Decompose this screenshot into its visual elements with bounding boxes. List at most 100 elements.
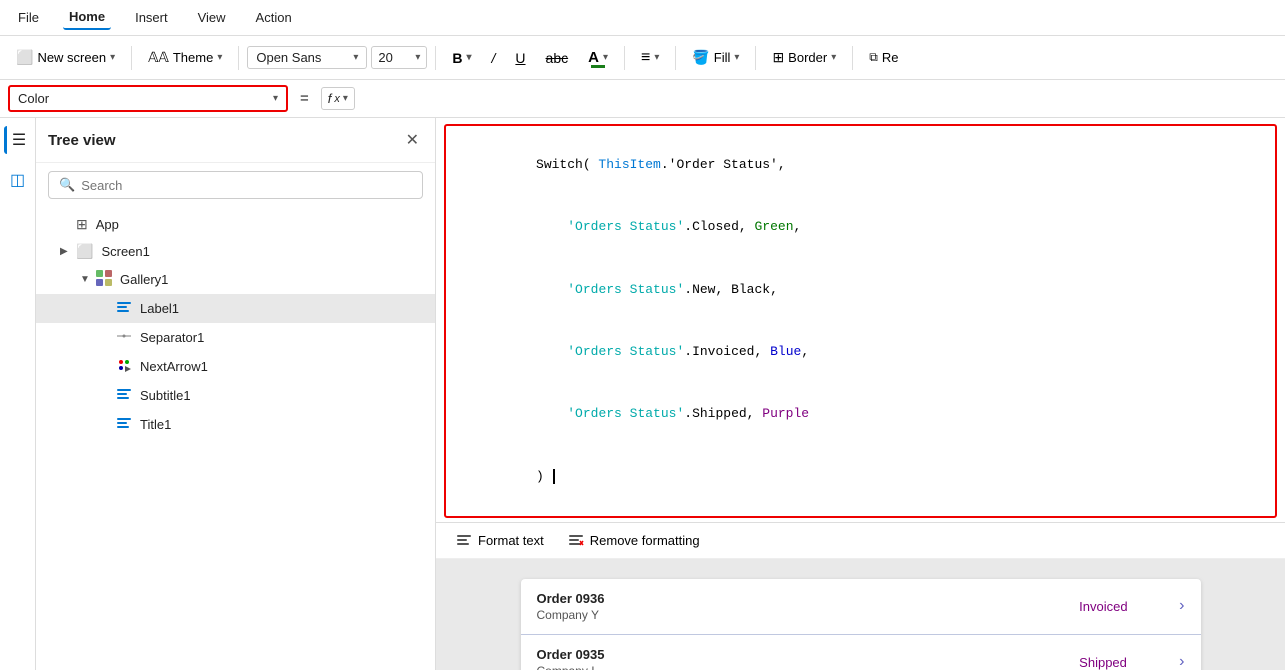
underline-button[interactable]: U [507, 46, 533, 70]
hamburger-icon: ☰ [12, 130, 26, 150]
tree-arrow-gallery1: ▼ [80, 274, 92, 285]
bold-label: B [452, 50, 462, 66]
code-close-paren: ) [536, 469, 544, 484]
tree-item-subtitle1[interactable]: Subtitle1 [36, 381, 435, 410]
property-selector[interactable]: Color ▾ [8, 85, 288, 112]
tree-label-gallery1: Gallery1 [120, 272, 168, 287]
toolbar-separator-3 [435, 46, 436, 70]
new-screen-icon: ⬜ [16, 49, 33, 66]
font-color-button[interactable]: A ▾ [580, 45, 616, 70]
font-size-select[interactable]: 20 ▾ [371, 46, 427, 69]
row-arrow-0936[interactable]: › [1179, 597, 1184, 615]
tree-item-screen1[interactable]: ▶ ⬜ Screen1 [36, 238, 435, 265]
tree-label-app: App [96, 217, 119, 232]
code-indent-2a [536, 219, 567, 234]
code-indent-4a [536, 344, 567, 359]
code-line-3: 'Orders Status'.New, Black, [458, 259, 1263, 321]
code-comma-3: , [801, 344, 809, 359]
tree-search-input[interactable] [81, 178, 412, 193]
row-order-0936: Order 0936 [537, 591, 1080, 606]
tree-search-box[interactable]: 🔍 [48, 171, 423, 199]
code-orderstatus-field: .'Order Status', [661, 157, 786, 172]
code-thisitem: ThisItem [591, 157, 661, 172]
code-closed-txt: .Closed, [684, 219, 754, 234]
row-info-0935: Order 0935 Company I [537, 647, 1080, 670]
font-family-chevron-icon: ▾ [353, 52, 358, 63]
code-line-1: Switch( ThisItem.'Order Status', [458, 134, 1263, 196]
tree-item-nextarrow1[interactable]: NextArrow1 [36, 352, 435, 381]
remove-formatting-label: Remove formatting [590, 533, 700, 548]
menu-file[interactable]: File [12, 6, 45, 29]
font-color-label: A [588, 49, 599, 66]
tree-label-separator1: Separator1 [140, 330, 204, 345]
align-button[interactable]: ≡ ▾ [633, 45, 667, 71]
code-indent-5a [536, 406, 567, 421]
font-color-chevron-icon: ▾ [603, 52, 608, 63]
gallery-row-0935[interactable]: Order 0935 Company I Shipped › [521, 635, 1201, 670]
new-screen-button[interactable]: ⬜ New screen ▾ [8, 45, 123, 70]
row-order-0935: Order 0935 [537, 647, 1080, 662]
format-text-button[interactable]: Format text [444, 527, 556, 554]
toolbar: ⬜ New screen ▾ 𝔸𝔸 Theme ▾ Open Sans ▾ 20… [0, 36, 1285, 80]
gallery-card: Order 0936 Company Y Invoiced › Order 09… [521, 579, 1201, 670]
theme-button[interactable]: 𝔸𝔸 Theme ▾ [140, 45, 230, 70]
tree-close-button[interactable]: ✕ [402, 128, 423, 152]
tree-item-separator1[interactable]: Separator1 [36, 323, 435, 352]
subtitle-icon [116, 386, 132, 405]
code-invoiced-txt: .Invoiced, [684, 344, 770, 359]
toolbar-separator-6 [755, 46, 756, 70]
fx-button[interactable]: f x ▾ [321, 87, 355, 110]
code-indent-3a [536, 282, 567, 297]
gallery-row-0936[interactable]: Order 0936 Company Y Invoiced › [521, 579, 1201, 635]
code-comma-1: , [794, 219, 802, 234]
equals-sign: = [300, 90, 309, 107]
reorder-button[interactable]: ⧉ Re [861, 46, 906, 69]
code-shipped-txt: .Shipped, [684, 406, 762, 421]
toolbar-separator-5 [675, 46, 676, 70]
tree-item-label1[interactable]: Label1 [36, 294, 435, 323]
menu-insert[interactable]: Insert [129, 6, 174, 29]
property-bar: Color ▾ = f x ▾ [0, 80, 1285, 118]
border-icon: ⊞ [772, 49, 784, 66]
code-line-4: 'Orders Status'.Invoiced, Blue, [458, 321, 1263, 383]
toolbar-separator-4 [624, 46, 625, 70]
tree-item-gallery1[interactable]: ▼ Gallery1 [36, 265, 435, 294]
toolbar-separator-7 [852, 46, 853, 70]
preview-canvas: Order 0936 Company Y Invoiced › Order 09… [436, 559, 1285, 670]
code-purple-val: Purple [762, 406, 809, 421]
tree-item-title1[interactable]: Title1 [36, 410, 435, 439]
align-icon: ≡ [641, 49, 650, 67]
menu-action[interactable]: Action [250, 6, 298, 29]
bold-chevron-icon: ▾ [466, 52, 471, 63]
font-family-select[interactable]: Open Sans ▾ [247, 46, 367, 69]
tree-label-screen1: Screen1 [101, 244, 149, 259]
tree-item-app[interactable]: ⊞ App [36, 211, 435, 238]
code-orders-status-1: 'Orders Status' [567, 219, 684, 234]
bold-button[interactable]: B ▾ [444, 46, 479, 70]
strikethrough-button[interactable]: abc [538, 46, 577, 70]
fill-button[interactable]: 🪣 Fill ▾ [684, 45, 747, 70]
fx-label: f [328, 91, 332, 106]
search-icon: 🔍 [59, 177, 75, 193]
menu-home[interactable]: Home [63, 5, 111, 30]
remove-formatting-button[interactable]: Remove formatting [556, 527, 712, 554]
border-label: Border [788, 50, 827, 65]
fill-icon: 🪣 [692, 49, 709, 66]
canvas-area: Switch( ThisItem.'Order Status', 'Orders… [436, 118, 1285, 670]
row-info-0936: Order 0936 Company Y [537, 591, 1080, 622]
border-button[interactable]: ⊞ Border ▾ [764, 45, 844, 70]
code-new-txt: .New, [684, 282, 731, 297]
layers-button[interactable]: ◫ [4, 166, 32, 194]
code-line-6: ) [458, 446, 1263, 508]
row-arrow-0935[interactable]: › [1179, 653, 1184, 670]
menu-view[interactable]: View [192, 6, 232, 29]
tree-view-title: Tree view [48, 132, 116, 149]
row-status-0936: Invoiced [1079, 599, 1179, 614]
label-icon [116, 299, 132, 318]
italic-label: / [492, 50, 496, 66]
tree-label-subtitle1: Subtitle1 [140, 388, 191, 403]
italic-button[interactable]: / [484, 46, 504, 70]
hamburger-menu-button[interactable]: ☰ [4, 126, 32, 154]
code-black-val: Black [731, 282, 770, 297]
code-editor[interactable]: Switch( ThisItem.'Order Status', 'Orders… [444, 124, 1277, 518]
